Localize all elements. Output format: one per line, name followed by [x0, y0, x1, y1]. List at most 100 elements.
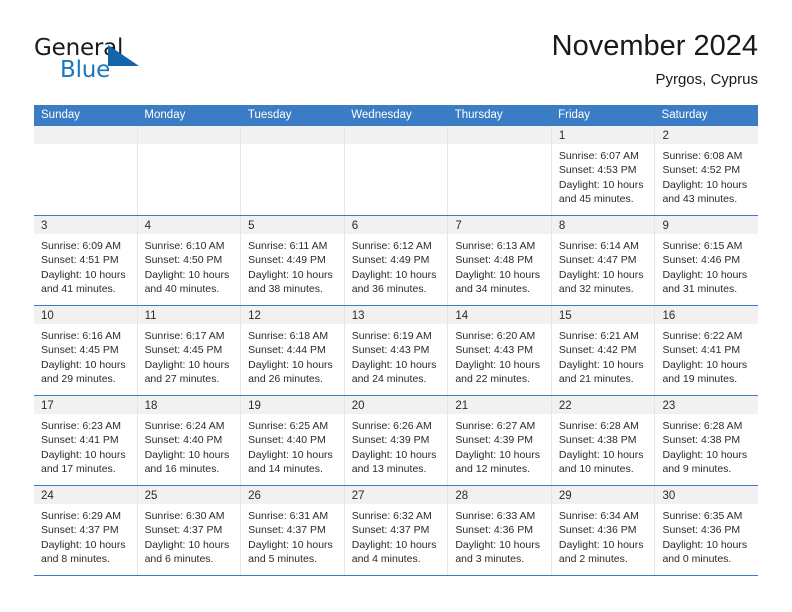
- calendar-week-row: 17 Sunrise: 6:23 AM Sunset: 4:41 PM Dayligh…: [34, 396, 759, 486]
- sunset-text: Sunset: 4:36 PM: [662, 524, 741, 537]
- day-info: Sunrise: 6:35 AM Sunset: 4:36 PM Daylight:…: [655, 504, 758, 566]
- sunrise-text: Sunrise: 6:14 AM: [558, 240, 639, 252]
- day-info: Sunrise: 6:16 AM Sunset: 4:45 PM Daylight:…: [34, 324, 137, 386]
- day-info: Sunrise: 6:27 AM Sunset: 4:39 PM Daylight:…: [448, 414, 551, 476]
- day-number-bar: 6: [344, 216, 448, 234]
- day-cell-29[interactable]: 29 Sunrise: 6:34 AM Sunset: 4:36 PM Dayligh…: [551, 486, 656, 575]
- calendar-week-row: 1 Sunrise: 6:07 AM Sunset: 4:53 PM Daylight…: [34, 126, 759, 216]
- sunset-text: Sunset: 4:39 PM: [455, 434, 533, 447]
- day-cell-15[interactable]: 15 Sunrise: 6:21 AM Sunset: 4:42 PM Dayligh…: [551, 306, 656, 395]
- daylight-text: Daylight: 10 hours and 40 minutes.: [144, 268, 230, 295]
- day-cell-8[interactable]: 8 Sunrise: 6:14 AM Sunset: 4:47 PM Daylight…: [551, 216, 656, 305]
- sunset-text: Sunset: 4:41 PM: [41, 434, 119, 447]
- sunset-text: Sunset: 4:43 PM: [351, 344, 430, 357]
- day-cell-20[interactable]: 20 Sunrise: 6:26 AM Sunset: 4:39 PM Dayligh…: [344, 396, 449, 485]
- day-number: 10: [41, 310, 54, 322]
- day-cell-1[interactable]: 1 Sunrise: 6:07 AM Sunset: 4:53 PM Daylight…: [551, 126, 656, 215]
- day-cell-16[interactable]: 16 Sunrise: 6:22 AM Sunset: 4:41 PM Dayligh…: [655, 306, 759, 395]
- day-cell-7[interactable]: 7 Sunrise: 6:13 AM Sunset: 4:48 PM Daylight…: [448, 216, 552, 305]
- day-cell-24[interactable]: 24 Sunrise: 6:29 AM Sunset: 4:37 PM Dayligh…: [34, 486, 138, 575]
- day-cell-26[interactable]: 26 Sunrise: 6:31 AM Sunset: 4:37 PM Dayligh…: [241, 486, 345, 575]
- day-number-bar: 25: [137, 486, 241, 504]
- day-cell-10[interactable]: 10 Sunrise: 6:16 AM Sunset: 4:45 PM Dayligh…: [34, 306, 138, 395]
- day-cell-3[interactable]: 3 Sunrise: 6:09 AM Sunset: 4:51 PM Daylight…: [34, 216, 138, 305]
- daylight-text: Daylight: 10 hours and 43 minutes.: [662, 178, 748, 205]
- daylight-text: Daylight: 10 hours and 10 minutes.: [558, 448, 644, 475]
- day-cell-18[interactable]: 18 Sunrise: 6:24 AM Sunset: 4:40 PM Dayligh…: [137, 396, 242, 485]
- day-cell-25[interactable]: 25 Sunrise: 6:30 AM Sunset: 4:37 PM Dayligh…: [137, 486, 242, 575]
- sunset-text: Sunset: 4:41 PM: [662, 344, 741, 357]
- day-cell-23[interactable]: 23 Sunrise: 6:28 AM Sunset: 4:38 PM Dayligh…: [655, 396, 759, 485]
- day-number-bar: 16: [655, 306, 759, 324]
- day-cell-6[interactable]: 6 Sunrise: 6:12 AM Sunset: 4:49 PM Daylight…: [344, 216, 449, 305]
- daylight-text: Daylight: 10 hours and 22 minutes.: [455, 358, 540, 385]
- day-number: 18: [144, 400, 158, 412]
- sunset-text: Sunset: 4:44 PM: [248, 344, 326, 357]
- day-cell-11[interactable]: 11 Sunrise: 6:17 AM Sunset: 4:45 PM Dayligh…: [137, 306, 242, 395]
- day-cell-9[interactable]: 9 Sunrise: 6:15 AM Sunset: 4:46 PM Daylight…: [655, 216, 759, 305]
- general-blue-logo[interactable]: General Blue: [34, 35, 234, 87]
- daylight-text: Daylight: 10 hours and 41 minutes.: [41, 268, 126, 295]
- page-subtitle: Pyrgos, Cyprus: [655, 71, 758, 88]
- sunrise-text: Sunrise: 6:34 AM: [558, 510, 639, 522]
- day-cell-19[interactable]: 19 Sunrise: 6:25 AM Sunset: 4:40 PM Dayligh…: [241, 396, 345, 485]
- day-number-bar: [344, 126, 448, 144]
- day-cell-28[interactable]: 28 Sunrise: 6:33 AM Sunset: 4:36 PM Dayligh…: [448, 486, 552, 575]
- day-info: Sunrise: 6:28 AM Sunset: 4:38 PM Daylight:…: [655, 414, 758, 476]
- sunset-text: Sunset: 4:38 PM: [558, 434, 637, 447]
- day-number-bar: 17: [34, 396, 137, 414]
- day-cell-2[interactable]: 2 Sunrise: 6:08 AM Sunset: 4:52 PM Daylight…: [655, 126, 759, 215]
- day-number-bar: 22: [551, 396, 655, 414]
- sunrise-text: Sunrise: 6:20 AM: [455, 330, 536, 342]
- day-number-bar: 21: [448, 396, 551, 414]
- sunrise-text: Sunrise: 6:33 AM: [455, 510, 536, 522]
- sunset-text: Sunset: 4:39 PM: [351, 434, 430, 447]
- day-number: 20: [351, 400, 365, 412]
- day-info: Sunrise: 6:11 AM Sunset: 4:49 PM Daylight:…: [241, 234, 344, 296]
- day-info: Sunrise: 6:18 AM Sunset: 4:44 PM Daylight:…: [241, 324, 344, 386]
- sunrise-text: Sunrise: 6:25 AM: [248, 420, 329, 432]
- sunset-text: Sunset: 4:40 PM: [248, 434, 326, 447]
- sunrise-text: Sunrise: 6:18 AM: [248, 330, 329, 342]
- day-info: Sunrise: 6:15 AM Sunset: 4:46 PM Daylight:…: [655, 234, 758, 296]
- day-number-bar: 13: [344, 306, 448, 324]
- day-number: 12: [248, 310, 261, 322]
- day-info: Sunrise: 6:34 AM Sunset: 4:36 PM Daylight:…: [552, 504, 655, 566]
- day-number-bar: 23: [655, 396, 759, 414]
- day-cell-empty: [448, 126, 552, 215]
- day-cell-13[interactable]: 13 Sunrise: 6:19 AM Sunset: 4:43 PM Dayligh…: [344, 306, 449, 395]
- sunset-text: Sunset: 4:45 PM: [144, 344, 223, 357]
- day-number-bar: 14: [448, 306, 551, 324]
- sunset-text: Sunset: 4:42 PM: [558, 344, 637, 357]
- day-number: 29: [558, 490, 572, 502]
- calendar-weeks: 1 Sunrise: 6:07 AM Sunset: 4:53 PM Daylight…: [34, 126, 759, 576]
- day-number-bar: 2: [655, 126, 759, 144]
- day-cell-21[interactable]: 21 Sunrise: 6:27 AM Sunset: 4:39 PM Dayligh…: [448, 396, 552, 485]
- day-cell-12[interactable]: 12 Sunrise: 6:18 AM Sunset: 4:44 PM Dayligh…: [241, 306, 345, 395]
- day-cell-30[interactable]: 30 Sunrise: 6:35 AM Sunset: 4:36 PM Dayligh…: [655, 486, 759, 575]
- day-cell-5[interactable]: 5 Sunrise: 6:11 AM Sunset: 4:49 PM Daylight…: [241, 216, 345, 305]
- day-number: 25: [144, 490, 158, 502]
- sunrise-text: Sunrise: 6:11 AM: [248, 240, 328, 252]
- sunset-text: Sunset: 4:49 PM: [248, 254, 326, 267]
- weekday-header-sunday: Sunday: [41, 109, 81, 121]
- sunset-text: Sunset: 4:46 PM: [662, 254, 741, 267]
- sunset-text: Sunset: 4:37 PM: [248, 524, 326, 537]
- day-number: 30: [662, 490, 676, 502]
- daylight-text: Daylight: 10 hours and 0 minutes.: [662, 538, 748, 565]
- sunset-text: Sunset: 4:37 PM: [41, 524, 119, 537]
- sunrise-text: Sunrise: 6:24 AM: [144, 420, 225, 432]
- day-cell-14[interactable]: 14 Sunrise: 6:20 AM Sunset: 4:43 PM Dayligh…: [448, 306, 552, 395]
- day-cell-4[interactable]: 4 Sunrise: 6:10 AM Sunset: 4:50 PM Daylight…: [137, 216, 242, 305]
- day-cell-17[interactable]: 17 Sunrise: 6:23 AM Sunset: 4:41 PM Dayligh…: [34, 396, 138, 485]
- day-cell-27[interactable]: 27 Sunrise: 6:32 AM Sunset: 4:37 PM Dayligh…: [344, 486, 449, 575]
- daylight-text: Daylight: 10 hours and 19 minutes.: [662, 358, 748, 385]
- day-number-bar: 19: [241, 396, 344, 414]
- sunset-text: Sunset: 4:49 PM: [351, 254, 430, 267]
- sunrise-text: Sunrise: 6:23 AM: [41, 420, 121, 432]
- sunrise-text: Sunrise: 6:13 AM: [455, 240, 536, 252]
- daylight-text: Daylight: 10 hours and 14 minutes.: [248, 448, 333, 475]
- day-cell-22[interactable]: 22 Sunrise: 6:28 AM Sunset: 4:38 PM Dayligh…: [551, 396, 656, 485]
- day-number: 27: [351, 490, 365, 502]
- sunrise-text: Sunrise: 6:19 AM: [351, 330, 432, 342]
